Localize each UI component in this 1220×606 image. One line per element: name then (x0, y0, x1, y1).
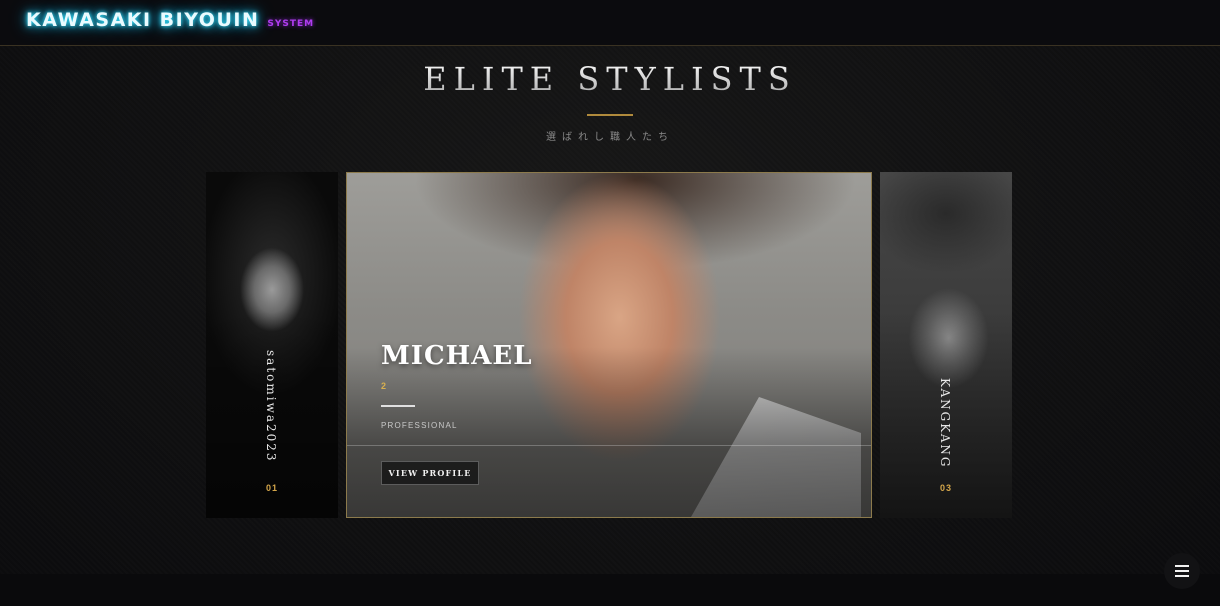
hamburger-menu-icon (1175, 565, 1189, 577)
stylist-card-satomiwa2023[interactable]: satomiwa2023 01 (206, 172, 338, 518)
stylist-number: 2 (381, 381, 387, 391)
top-navbar: KAWASAKI BIYOUIN SYSTEM (0, 0, 1220, 46)
info-divider (381, 405, 415, 407)
stylist-card-michael[interactable]: MICHAEL 2 PROFESSIONAL VIEW PROFILE (346, 172, 872, 518)
section-title: ELITE STYLISTS (0, 60, 1220, 98)
card-shade (206, 172, 338, 518)
stylist-name: KANGKANG (938, 378, 952, 469)
stylist-card-kangkang[interactable]: KANGKANG 03 (880, 172, 1012, 518)
stylist-number: 03 (940, 483, 953, 493)
stylist-number: 01 (266, 483, 279, 493)
title-divider (587, 114, 633, 116)
brand-name: KAWASAKI BIYOUIN (26, 9, 260, 31)
brand-logo[interactable]: KAWASAKI BIYOUIN SYSTEM (26, 9, 314, 31)
footer-band (0, 574, 1220, 606)
section-heading: ELITE STYLISTS 選ばれし職人たち (0, 60, 1220, 143)
stylist-name: satomiwa2023 (264, 350, 278, 463)
brand-subtitle: SYSTEM (267, 19, 315, 29)
stylist-info: MICHAEL 2 PROFESSIONAL (381, 341, 532, 430)
page: KAWASAKI BIYOUIN SYSTEM ELITE STYLISTS 選… (0, 0, 1220, 606)
stylist-role: PROFESSIONAL (381, 421, 458, 430)
card-divider-line (347, 445, 871, 446)
menu-button[interactable] (1164, 553, 1200, 589)
section-subtitle: 選ばれし職人たち (546, 132, 674, 143)
shirt-collar (691, 397, 861, 517)
stylist-name: MICHAEL (381, 341, 533, 371)
view-profile-button[interactable]: VIEW PROFILE (381, 461, 479, 485)
